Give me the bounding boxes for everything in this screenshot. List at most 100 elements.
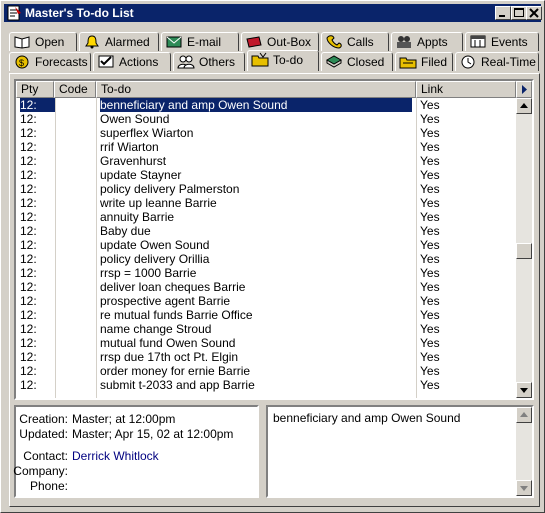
table-row[interactable]: 12: rrsp = 1000 Barrie Yes (16, 266, 516, 280)
notes-vertical-scrollbar[interactable] (516, 407, 532, 496)
open-book-icon (14, 36, 30, 49)
tab-label: Closed (347, 55, 385, 69)
company-label: Company: (13, 464, 68, 478)
table-row[interactable]: 12: update Stayner Yes (16, 168, 516, 182)
cell-todo: Baby due (100, 224, 151, 238)
tab-actions[interactable]: Actions (93, 52, 171, 71)
table-row[interactable]: 12: policy delivery Orillia Yes (16, 252, 516, 266)
tab-open[interactable]: Open (9, 32, 77, 51)
tab-filed[interactable]: Filed (395, 52, 453, 71)
tab-label: Forecasts (35, 55, 88, 69)
tab-outbox[interactable]: Out-Box (241, 32, 319, 51)
tab-alarmed[interactable]: Alarmed (79, 32, 159, 51)
table-row[interactable]: 12: policy delivery Palmerston Yes (16, 182, 516, 196)
table-row[interactable]: 12: Owen Sound Yes (16, 112, 516, 126)
cell-link: Yes (420, 126, 440, 140)
cell-link: Yes (420, 238, 440, 252)
table-row[interactable]: 12: Baby due Yes (16, 224, 516, 238)
table-row[interactable]: 12: update Owen Sound Yes (16, 238, 516, 252)
cell-todo: annuity Barrie (100, 210, 175, 224)
cell-pty: 12: (20, 294, 37, 308)
column-header-todo[interactable]: To-do (96, 81, 416, 98)
cell-link: Yes (420, 294, 440, 308)
cell-link: Yes (420, 252, 440, 266)
cell-pty: 12: (20, 210, 37, 224)
table-row[interactable]: 12: write up leanne Barrie Yes (16, 196, 516, 210)
table-row[interactable]: 12: superflex Wiarton Yes (16, 126, 516, 140)
tab-appts[interactable]: Appts (391, 32, 463, 51)
cell-link: Yes (420, 378, 440, 392)
tab-label: Others (199, 55, 236, 69)
cell-todo: Owen Sound (100, 112, 170, 126)
tab-email[interactable]: E-mail (161, 32, 239, 51)
contact-value[interactable]: Derrick Whitlock (72, 449, 159, 463)
tab-label: Appts (417, 35, 448, 49)
table-row[interactable]: 12: prospective agent Barrie Yes (16, 294, 516, 308)
cell-pty: 12: (20, 98, 55, 112)
cell-pty: 12: (20, 182, 37, 196)
column-header-code[interactable]: Code (54, 81, 96, 98)
creation-label: Creation: (19, 412, 68, 426)
scroll-down-button[interactable] (516, 480, 532, 496)
table-row[interactable]: 12: mutual fund Owen Sound Yes (16, 336, 516, 350)
scroll-columns-button[interactable] (516, 81, 532, 98)
contact-label: Contact: (23, 449, 68, 463)
details-box: Creation: Master; at 12:00pm Updated: Ma… (13, 405, 259, 498)
tab-closed[interactable]: Closed (321, 52, 393, 71)
minimize-icon (499, 15, 505, 17)
title-bar[interactable]: Master's To-do List (4, 4, 542, 22)
cell-pty: 12: (20, 308, 37, 322)
outbox-icon (246, 36, 262, 48)
scroll-thumb[interactable] (516, 243, 532, 259)
cell-link: Yes (420, 140, 440, 154)
cell-pty: 12: (20, 266, 37, 280)
table-row[interactable]: 12: re mutual funds Barrie Office Yes (16, 308, 516, 322)
todo-list[interactable]: Pty Code To-do Link 12: benneficiary and … (14, 79, 534, 400)
tab-todo[interactable]: To-do (247, 50, 319, 71)
cell-pty: 12: (20, 224, 37, 238)
tab-label: Calls (347, 35, 374, 49)
tab-others[interactable]: Others (173, 52, 245, 71)
notes-box[interactable]: benneficiary and amp Owen Sound (266, 405, 534, 498)
list-vertical-scrollbar[interactable] (516, 98, 532, 398)
minimize-button[interactable] (495, 6, 511, 20)
cell-link: Yes (420, 112, 440, 126)
table-row[interactable]: 12: benneficiary and amp Owen Sound Yes (16, 98, 516, 112)
close-button[interactable] (526, 6, 542, 20)
money-bag-icon: $ (15, 55, 29, 69)
tab-events[interactable]: Events (465, 32, 539, 51)
table-row[interactable]: 12: Gravenhurst Yes (16, 154, 516, 168)
column-header-link[interactable]: Link (416, 81, 516, 98)
email-icon (166, 36, 182, 48)
table-row[interactable]: 12: submit t-2033 and app Barrie Yes (16, 378, 516, 392)
cell-link: Yes (420, 308, 440, 322)
table-row[interactable]: 12: annuity Barrie Yes (16, 210, 516, 224)
cell-link: Yes (420, 350, 440, 364)
cell-pty: 12: (20, 336, 37, 350)
cell-link: Yes (420, 336, 440, 350)
tab-label: E-mail (187, 35, 222, 49)
table-row[interactable]: 12: rrif Wiarton Yes (16, 140, 516, 154)
cell-todo: deliver loan cheques Barrie (100, 280, 246, 294)
scroll-down-button[interactable] (516, 382, 532, 398)
table-row[interactable]: 12: name change Stroud Yes (16, 322, 516, 336)
column-header-pty[interactable]: Pty (16, 81, 54, 98)
maximize-button[interactable] (511, 6, 527, 20)
tab-real-time[interactable]: Real-Time (455, 52, 539, 71)
table-row[interactable]: 12: order money for ernie Barrie Yes (16, 364, 516, 378)
alarm-bell-icon (85, 35, 99, 49)
tab-forecasts[interactable]: $ Forecasts (9, 52, 91, 71)
cell-pty: 12: (20, 168, 37, 182)
tab-label: Actions (119, 55, 159, 69)
cell-link: Yes (420, 210, 440, 224)
notes-text[interactable]: benneficiary and amp Owen Sound (273, 411, 460, 425)
cell-pty: 12: (20, 364, 37, 378)
creation-value: Master; at 12:00pm (72, 412, 176, 426)
actions-icon (98, 55, 114, 68)
cell-pty: 12: (20, 252, 37, 266)
table-row[interactable]: 12: rrsp due 17th oct Pt. Elgin Yes (16, 350, 516, 364)
table-row[interactable]: 12: deliver loan cheques Barrie Yes (16, 280, 516, 294)
tab-calls[interactable]: Calls (321, 32, 389, 51)
scroll-up-button[interactable] (516, 407, 532, 423)
scroll-up-button[interactable] (516, 98, 532, 114)
